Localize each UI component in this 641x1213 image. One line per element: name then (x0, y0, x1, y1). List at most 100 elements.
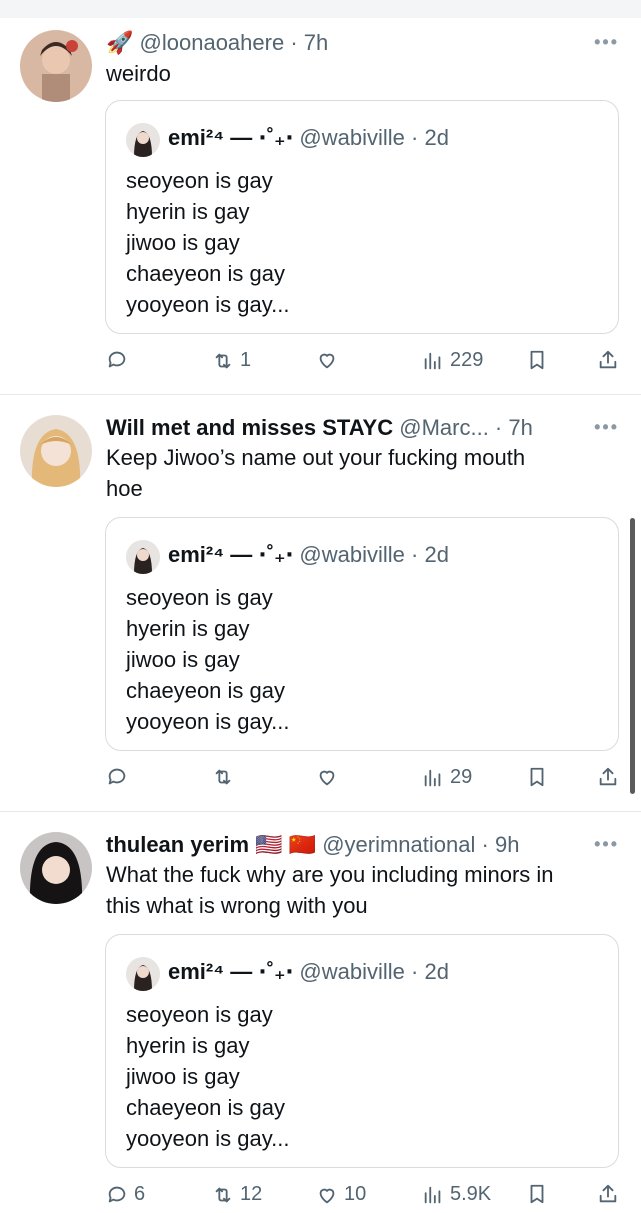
heart-icon (319, 1188, 335, 1203)
views-count: 229 (450, 349, 484, 371)
quoted-tweet[interactable]: emi²⁴ — ⋅˚₊‧ @wabiville · 2d seoyeon is … (105, 934, 619, 1168)
display-name[interactable]: Will met and misses STAYC (106, 415, 393, 440)
bookmark-button[interactable] (526, 349, 548, 371)
views-button[interactable]: 229 (422, 349, 483, 372)
quoted-line: hyerin is gay (126, 616, 250, 641)
retweet-icon (215, 769, 231, 785)
retweet-button[interactable]: 12 (212, 1183, 262, 1206)
tweet-1[interactable]: 🚀 @loonaoahere · 7h ••• weirdo emi²⁴ — ⋅… (0, 18, 641, 395)
action-bar: 1 229 (0, 349, 641, 379)
tweet-time[interactable]: 9h (495, 832, 519, 857)
quoted-handle[interactable]: @wabiville (299, 542, 404, 567)
views-button[interactable]: 29 (422, 766, 472, 789)
quoted-line: hyerin is gay (126, 1033, 250, 1058)
quoted-tweet[interactable]: emi²⁴ — ⋅˚₊‧ @wabiville · 2d seoyeon is … (105, 517, 619, 751)
views-button[interactable]: 5.9K (422, 1183, 491, 1206)
like-button[interactable] (316, 349, 344, 371)
retweet-icon (215, 353, 231, 368)
like-button[interactable]: 10 (316, 1183, 366, 1206)
retweet-button[interactable] (212, 766, 240, 788)
reply-count: 6 (134, 1183, 146, 1205)
display-name[interactable]: thulean yerim (106, 832, 249, 857)
scrollbar[interactable] (630, 518, 635, 794)
quoted-time: 2d (424, 542, 449, 567)
quoted-handle[interactable]: @wabiville (299, 959, 404, 984)
quoted-line: jiwoo is gay (126, 230, 240, 255)
avatar[interactable] (20, 30, 92, 102)
quoted-avatar[interactable] (126, 123, 160, 157)
more-icon[interactable]: ••• (594, 32, 619, 53)
quoted-line: jiwoo is gay (126, 1064, 240, 1089)
quoted-line: seoyeon is gay (126, 168, 273, 193)
avatar[interactable] (20, 415, 92, 487)
tweet-3[interactable]: thulean yerim 🇺🇸 🇨🇳 @yerimnational · 9h … (0, 812, 641, 1205)
bookmark-icon (530, 1184, 544, 1204)
quoted-text: seoyeon is gay hyerin is gay jiwoo is ga… (126, 999, 289, 1154)
quoted-line: yooyeon is gay... (126, 292, 290, 317)
retweet-count: 1 (240, 349, 252, 371)
quoted-line: jiwoo is gay (126, 647, 240, 672)
tweet-text: weirdo (106, 58, 611, 89)
top-edge (0, 0, 641, 18)
tweet-text-line: this what is wrong with you (106, 893, 368, 918)
quoted-line: yooyeon is gay... (126, 709, 290, 734)
quoted-header: emi²⁴ — ⋅˚₊‧ @wabiville · 2d (168, 542, 449, 567)
more-icon[interactable]: ••• (594, 834, 619, 855)
quoted-handle[interactable]: @wabiville (299, 125, 404, 150)
more-icon[interactable]: ••• (594, 417, 619, 438)
reply-button[interactable] (106, 349, 134, 371)
tweet-text: What the fuck why are you including mino… (106, 859, 611, 921)
views-count: 5.9K (450, 1183, 492, 1205)
tweet-text-line: weirdo (106, 61, 171, 86)
quoted-name[interactable]: emi²⁴ — ⋅˚₊‧ (168, 125, 293, 150)
quoted-tweet[interactable]: emi²⁴ — ⋅˚₊‧ @wabiville · 2d seoyeon is … (105, 100, 619, 334)
retweet-button[interactable]: 1 (212, 349, 251, 372)
tweet-text-line: What the fuck why are you including mino… (106, 862, 554, 887)
views-icon (424, 1186, 441, 1203)
tweet-time[interactable]: 7h (304, 30, 328, 55)
quoted-avatar[interactable] (126, 957, 160, 991)
views-icon (424, 352, 441, 369)
bookmark-icon (530, 350, 544, 370)
user-handle[interactable]: @loonaoahere (140, 30, 285, 55)
quoted-line: chaeyeon is gay (126, 261, 285, 286)
reply-icon (108, 768, 126, 785)
quoted-text: seoyeon is gay hyerin is gay jiwoo is ga… (126, 582, 289, 737)
quoted-line: hyerin is gay (126, 199, 250, 224)
share-button[interactable] (597, 349, 619, 371)
heart-icon (319, 770, 335, 786)
like-count: 10 (344, 1183, 367, 1205)
views-icon (424, 769, 441, 786)
user-handle[interactable]: @yerimnational (322, 832, 475, 857)
reply-button[interactable] (106, 766, 134, 788)
quoted-name[interactable]: emi²⁴ — ⋅˚₊‧ (168, 542, 293, 567)
tweet-text-line: hoe (106, 476, 143, 501)
share-icon (599, 1184, 617, 1203)
quoted-time: 2d (424, 125, 449, 150)
share-button[interactable] (597, 766, 619, 788)
bookmark-icon (530, 767, 544, 787)
reply-icon (108, 351, 126, 368)
share-button[interactable] (597, 1183, 619, 1205)
heart-icon (319, 353, 335, 369)
user-handle[interactable]: @Marc... (399, 415, 489, 440)
badge-emoji: 🚀 (106, 30, 134, 55)
share-icon (599, 767, 617, 786)
reply-button[interactable]: 6 (106, 1183, 145, 1206)
avatar[interactable] (20, 832, 92, 904)
quoted-header: emi²⁴ — ⋅˚₊‧ @wabiville · 2d (168, 125, 449, 150)
quoted-avatar[interactable] (126, 540, 160, 574)
quoted-line: chaeyeon is gay (126, 1095, 285, 1120)
bookmark-button[interactable] (526, 1183, 548, 1205)
like-button[interactable] (316, 766, 344, 788)
tweet-time[interactable]: 7h (508, 415, 532, 440)
quoted-line: seoyeon is gay (126, 585, 273, 610)
tweet-2[interactable]: Will met and misses STAYC @Marc... · 7h … (0, 395, 641, 812)
quoted-name[interactable]: emi²⁴ — ⋅˚₊‧ (168, 959, 293, 984)
views-count: 29 (450, 766, 473, 788)
quoted-line: yooyeon is gay... (126, 1126, 290, 1151)
quoted-time: 2d (424, 959, 449, 984)
bookmark-button[interactable] (526, 766, 548, 788)
retweet-count: 12 (240, 1183, 263, 1205)
tweet-header: Will met and misses STAYC @Marc... · 7h (106, 415, 533, 440)
